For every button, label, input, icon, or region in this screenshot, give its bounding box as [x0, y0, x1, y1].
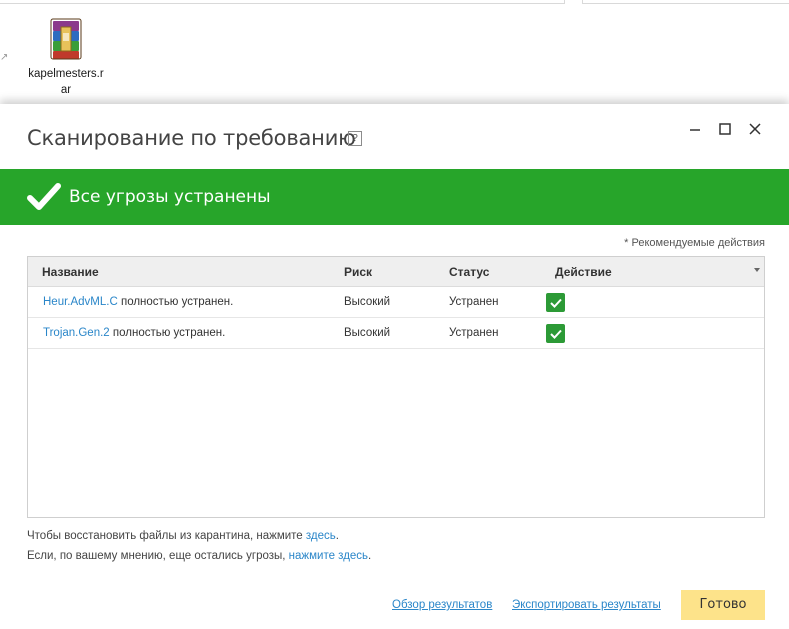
export-results-link[interactable]: Экспортировать результаты: [512, 599, 661, 611]
restore-text-end: .: [335, 530, 339, 542]
maximize-button[interactable]: [712, 118, 738, 140]
threat-link[interactable]: Trojan.Gen.2: [43, 327, 110, 339]
maximize-icon: [719, 123, 731, 135]
minimize-icon: [690, 129, 700, 131]
dropdown-caret-icon[interactable]: [754, 268, 760, 272]
winrar-archive-icon: [41, 17, 91, 61]
column-header-name[interactable]: Название: [42, 265, 99, 279]
column-header-risk[interactable]: Риск: [344, 265, 372, 279]
checkmark-icon: [27, 183, 61, 210]
desktop-background: ↗ kapelmesters.rar: [0, 0, 789, 104]
check-icon: [549, 329, 562, 339]
action-checkbox[interactable]: [546, 324, 565, 343]
threat-link[interactable]: Heur.AdvML.C: [43, 296, 118, 308]
table-row: Trojan.Gen.2 полностью устранен. Высокий…: [28, 318, 764, 349]
remaining-text-end: .: [368, 550, 372, 562]
scan-dialog: Сканирование по требованию ? Все угрозы …: [0, 104, 789, 629]
table-row: Heur.AdvML.C полностью устранен. Высокий…: [28, 287, 764, 318]
threats-table: Название Риск Статус Действие Heur.AdvML…: [27, 256, 765, 518]
threat-suffix: полностью устранен.: [109, 327, 226, 339]
recommended-actions-note: * Рекомендуемые действия: [624, 237, 765, 249]
banner-text: Все угрозы устранены: [69, 187, 271, 207]
file-name-label: kapelmesters.rar: [28, 68, 104, 96]
threat-name-cell: Trojan.Gen.2 полностью устранен.: [43, 327, 225, 339]
column-header-status[interactable]: Статус: [449, 265, 489, 279]
status-cell: Устранен: [449, 327, 499, 339]
explorer-address-bar[interactable]: [0, 0, 565, 4]
status-banner: Все угрозы устранены: [0, 169, 789, 225]
click-here-link[interactable]: нажмите здесь: [289, 550, 368, 562]
explorer-search-box[interactable]: [582, 0, 789, 4]
column-header-action[interactable]: Действие: [555, 265, 612, 279]
close-button[interactable]: [742, 118, 768, 140]
restore-text: Чтобы восстановить файлы из карантина, н…: [27, 530, 306, 542]
risk-cell: Высокий: [344, 327, 391, 339]
status-cell: Устранен: [449, 296, 499, 308]
check-icon: [549, 298, 562, 308]
minimize-button[interactable]: [682, 118, 708, 140]
table-header: Название Риск Статус Действие: [28, 257, 764, 287]
action-checkbox[interactable]: [546, 293, 565, 312]
close-icon: [749, 123, 761, 135]
remaining-text: Если, по вашему мнению, еще остались угр…: [27, 550, 289, 562]
restore-quarantine-text: Чтобы восстановить файлы из карантина, н…: [27, 530, 339, 542]
risk-cell: Высокий: [344, 296, 391, 308]
desktop-file-item[interactable]: kapelmesters.rar: [28, 17, 104, 98]
dialog-title: Сканирование по требованию: [27, 126, 356, 150]
results-overview-link[interactable]: Обзор результатов: [392, 599, 492, 611]
help-icon[interactable]: ?: [348, 131, 362, 146]
pin-icon: ↗: [0, 52, 9, 63]
threat-name-cell: Heur.AdvML.C полностью устранен.: [43, 296, 233, 308]
restore-here-link[interactable]: здесь: [306, 530, 336, 542]
threat-suffix: полностью устранен.: [117, 296, 234, 308]
done-button[interactable]: Готово: [681, 590, 765, 620]
remaining-threats-text: Если, по вашему мнению, еще остались угр…: [27, 550, 371, 562]
